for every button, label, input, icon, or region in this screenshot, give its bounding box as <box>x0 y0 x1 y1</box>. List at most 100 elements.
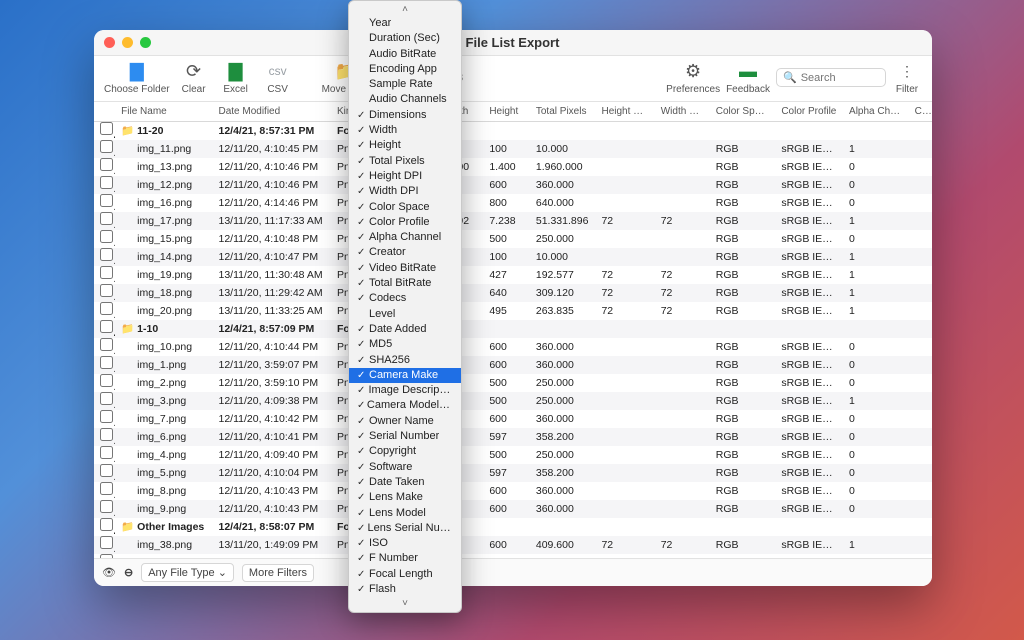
column-header[interactable]: Height DPI <box>595 102 654 122</box>
menu-item[interactable]: ✓Focal Length <box>349 567 461 582</box>
columns-dropdown[interactable]: ˄ YearDuration (Sec)Audio BitRateEncodin… <box>348 0 462 613</box>
folder-row[interactable]: 📁11-2012/4/21, 8:57:31 PMFolder <box>94 122 932 141</box>
menu-item[interactable]: ✓Serial Number <box>349 429 461 444</box>
menu-item[interactable]: ✓Width DPI <box>349 184 461 199</box>
scroll-down-icon[interactable]: ˅ <box>349 597 461 610</box>
menu-item[interactable]: ✓F Number <box>349 551 461 566</box>
table-row[interactable]: img_19.png13/11/20, 11:30:48 AMPng Image… <box>94 266 932 284</box>
menu-item[interactable]: ✓Color Space <box>349 200 461 215</box>
table-row[interactable]: img_8.png12/11/20, 4:10:43 PMPng Image00… <box>94 482 932 500</box>
fullscreen-icon[interactable] <box>140 37 151 48</box>
table-row[interactable]: img_3.png12/11/20, 4:09:38 PMPng Image00… <box>94 392 932 410</box>
row-checkbox[interactable] <box>100 230 113 243</box>
menu-item[interactable]: Audio Channels <box>349 92 461 107</box>
table-row[interactable]: img_38.png13/11/20, 1:49:09 PMPng Image0… <box>94 536 932 554</box>
row-checkbox[interactable] <box>100 320 113 333</box>
scroll-up-icon[interactable]: ˄ <box>349 3 461 16</box>
row-checkbox[interactable] <box>100 302 113 315</box>
row-checkbox[interactable] <box>100 464 113 477</box>
row-checkbox[interactable] <box>100 338 113 351</box>
column-header[interactable]: Width DPI <box>655 102 710 122</box>
column-header[interactable]: Height <box>483 102 530 122</box>
row-checkbox[interactable] <box>100 194 113 207</box>
csv-button[interactable]: csv CSV <box>260 60 296 95</box>
menu-item[interactable]: ✓Color Profile <box>349 215 461 230</box>
search-field[interactable]: 🔍 <box>776 68 886 87</box>
menu-item[interactable]: ✓Total BitRate <box>349 276 461 291</box>
more-filters-button[interactable]: More Filters <box>242 564 314 582</box>
close-icon[interactable] <box>104 37 115 48</box>
menu-item[interactable]: ✓Dimensions <box>349 108 461 123</box>
table-row[interactable]: img_16.png12/11/20, 4:14:46 PMPng Image0… <box>94 194 932 212</box>
menu-item[interactable]: ✓Copyright <box>349 444 461 459</box>
menu-item[interactable]: Year <box>349 16 461 31</box>
column-header[interactable]: Color Profile <box>775 102 843 122</box>
row-checkbox[interactable] <box>100 536 113 549</box>
menu-item[interactable]: ✓Height DPI <box>349 169 461 184</box>
row-checkbox[interactable] <box>100 140 113 153</box>
column-header[interactable]: Color Space <box>710 102 776 122</box>
menu-item[interactable]: Encoding App <box>349 62 461 77</box>
row-checkbox[interactable] <box>100 158 113 171</box>
menu-item[interactable]: ✓Alpha Channel <box>349 230 461 245</box>
column-header[interactable]: Total Pixels <box>530 102 596 122</box>
column-header[interactable] <box>94 102 115 122</box>
row-checkbox[interactable] <box>100 428 113 441</box>
table-row[interactable]: img_39.png13/11/20, 1:53:49 PMPng Image9… <box>94 554 932 558</box>
column-header[interactable]: File Name <box>115 102 212 122</box>
menu-item[interactable]: Audio BitRate <box>349 47 461 62</box>
menu-item[interactable]: ✓Lens Model <box>349 506 461 521</box>
table-row[interactable]: img_20.png13/11/20, 11:33:25 AMPng Image… <box>94 302 932 320</box>
file-type-select[interactable]: Any File Type ⌄ <box>141 563 234 582</box>
table-row[interactable]: img_17.png13/11/20, 11:17:33 AMPng Image… <box>94 212 932 230</box>
column-header[interactable]: Alpha Chan... <box>843 102 909 122</box>
table-row[interactable]: img_13.png12/11/20, 4:10:46 PMPng Image1… <box>94 158 932 176</box>
menu-item[interactable]: ✓Flash <box>349 582 461 597</box>
table-row[interactable]: img_12.png12/11/20, 4:10:46 PMPng Image0… <box>94 176 932 194</box>
table-row[interactable]: img_7.png12/11/20, 4:10:42 PMPng Image00… <box>94 410 932 428</box>
table-row[interactable]: img_15.png12/11/20, 4:10:48 PMPng Image0… <box>94 230 932 248</box>
table-row[interactable]: img_10.png12/11/20, 4:10:44 PMPng Image0… <box>94 338 932 356</box>
table-row[interactable]: img_4.png12/11/20, 4:09:40 PMPng Image00… <box>94 446 932 464</box>
row-checkbox[interactable] <box>100 356 113 369</box>
row-checkbox[interactable] <box>100 446 113 459</box>
remove-icon[interactable]: ⊖ <box>124 566 133 579</box>
row-checkbox[interactable] <box>100 410 113 423</box>
row-checkbox[interactable] <box>100 482 113 495</box>
table-row[interactable]: img_14.png12/11/20, 4:10:47 PMPng Image0… <box>94 248 932 266</box>
row-checkbox[interactable] <box>100 212 113 225</box>
menu-item[interactable]: ✓Width <box>349 123 461 138</box>
table-row[interactable]: img_1.png12/11/20, 3:59:07 PMPng Image00… <box>94 356 932 374</box>
row-checkbox[interactable] <box>100 518 113 531</box>
menu-item[interactable]: Level <box>349 307 461 322</box>
row-checkbox[interactable] <box>100 248 113 261</box>
menu-item[interactable]: ✓Total Pixels <box>349 154 461 169</box>
column-header[interactable]: Cr... <box>909 102 932 122</box>
table-row[interactable]: img_18.png13/11/20, 11:29:42 AMPng Image… <box>94 284 932 302</box>
menu-item[interactable]: ✓Date Taken <box>349 475 461 490</box>
excel-button[interactable]: ▇ Excel <box>218 60 254 95</box>
menu-item[interactable]: ✓ISO <box>349 536 461 551</box>
table-row[interactable]: img_9.png12/11/20, 4:10:43 PMPng Image00… <box>94 500 932 518</box>
row-checkbox[interactable] <box>100 176 113 189</box>
folder-row[interactable]: 📁1-1012/4/21, 8:57:09 PMFolder <box>94 320 932 338</box>
row-checkbox[interactable] <box>100 392 113 405</box>
row-checkbox[interactable] <box>100 122 113 135</box>
minimize-icon[interactable] <box>122 37 133 48</box>
table-row[interactable]: img_5.png12/11/20, 4:10:04 PMPng Image97… <box>94 464 932 482</box>
table-row[interactable]: img_6.png12/11/20, 4:10:41 PMPng Image97… <box>94 428 932 446</box>
folder-row[interactable]: 📁Other Images12/4/21, 8:58:07 PMFolder <box>94 518 932 536</box>
row-checkbox[interactable] <box>100 500 113 513</box>
menu-item[interactable]: ✓Height <box>349 138 461 153</box>
row-checkbox[interactable] <box>100 374 113 387</box>
menu-item[interactable]: ✓Date Added <box>349 322 461 337</box>
menu-item[interactable]: ✓Codecs <box>349 291 461 306</box>
menu-item[interactable]: ✓SHA256 <box>349 353 461 368</box>
menu-item[interactable]: ✓Software <box>349 460 461 475</box>
clear-button[interactable]: ⟳ Clear <box>176 60 212 95</box>
feedback-button[interactable]: ▬ Feedback <box>726 60 770 95</box>
row-checkbox[interactable] <box>100 266 113 279</box>
table-row[interactable]: img_2.png12/11/20, 3:59:10 PMPng Image00… <box>94 374 932 392</box>
filter-button[interactable]: ⋮ Filter <box>892 60 922 95</box>
eye-icon[interactable]: 👁 <box>102 566 116 579</box>
